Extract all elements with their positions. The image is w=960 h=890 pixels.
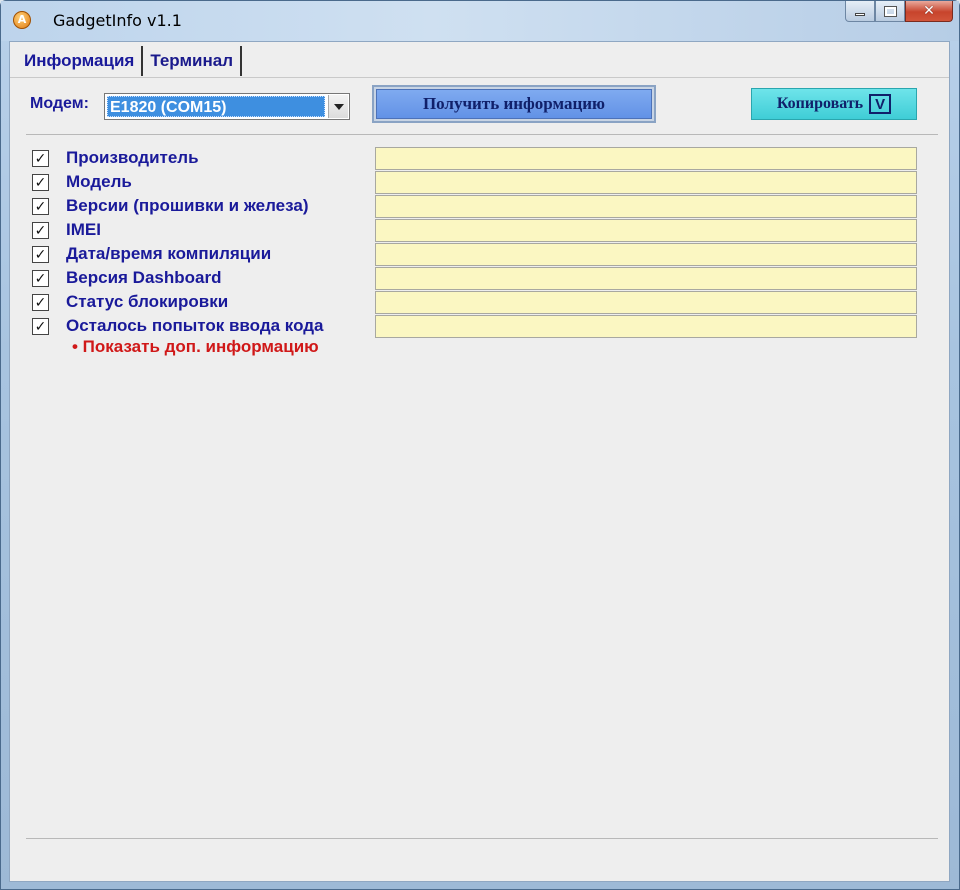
field-value-lock-status[interactable] xyxy=(375,291,917,314)
show-more-info-link[interactable]: • Показать доп. информацию xyxy=(72,337,319,357)
title-bar[interactable]: A GadgetInfo v1.1 ✕ xyxy=(1,1,959,41)
maximize-icon xyxy=(883,5,897,17)
checkbox-attempts-left[interactable]: ✓ xyxy=(32,318,49,335)
field-label: Осталось попыток ввода кода xyxy=(66,316,324,335)
close-button[interactable]: ✕ xyxy=(905,1,953,22)
field-row-compile-date: ✓ Дата/время компиляции xyxy=(32,243,922,267)
field-label: Версии (прошивки и железа) xyxy=(66,196,309,215)
field-label: IMEI xyxy=(66,220,101,239)
checkbox-manufacturer[interactable]: ✓ xyxy=(32,150,49,167)
get-info-label: Получить информацию xyxy=(376,89,652,119)
copy-label: Копировать xyxy=(776,95,864,112)
get-info-button[interactable]: Получить информацию xyxy=(372,85,656,123)
tab-divider xyxy=(10,77,949,78)
field-value-dashboard-version[interactable] xyxy=(375,267,917,290)
tab-bar: Информация Терминал xyxy=(16,46,243,76)
modem-select[interactable]: E1820 (COM15) xyxy=(104,93,350,120)
field-value-compile-date[interactable] xyxy=(375,243,917,266)
maximize-button[interactable] xyxy=(875,1,905,22)
modem-selected-value[interactable]: E1820 (COM15) xyxy=(107,96,325,117)
field-row-attempts-left: ✓ Осталось попыток ввода кода xyxy=(32,315,922,339)
field-row-imei: ✓ IMEI xyxy=(32,219,922,243)
checkbox-compile-date[interactable]: ✓ xyxy=(32,246,49,263)
checkbox-model[interactable]: ✓ xyxy=(32,174,49,191)
field-label: Модель xyxy=(66,172,132,191)
tab-terminal[interactable]: Терминал xyxy=(143,46,243,76)
chevron-down-icon xyxy=(333,103,344,110)
app-logo-icon[interactable]: A xyxy=(13,11,31,29)
modem-dropdown-button[interactable] xyxy=(328,95,348,118)
client-area: Информация Терминал Модем: E1820 (COM15)… xyxy=(9,41,950,882)
app-window: A GadgetInfo v1.1 ✕ Информация Терминал … xyxy=(0,0,960,890)
field-label: Статус блокировки xyxy=(66,292,229,311)
top-separator xyxy=(26,134,938,135)
field-row-model: ✓ Модель xyxy=(32,171,922,195)
field-value-manufacturer[interactable] xyxy=(375,147,917,170)
modem-label: Модем: xyxy=(30,95,89,112)
checkbox-versions[interactable]: ✓ xyxy=(32,198,49,215)
field-value-versions[interactable] xyxy=(375,195,917,218)
tab-information[interactable]: Информация xyxy=(16,46,144,76)
field-label: Производитель xyxy=(66,148,199,167)
field-row-manufacturer: ✓ Производитель xyxy=(32,147,922,171)
copy-v-icon: V xyxy=(869,94,892,114)
checkbox-dashboard-version[interactable]: ✓ xyxy=(32,270,49,287)
window-title: GadgetInfo v1.1 xyxy=(53,11,182,30)
field-value-imei[interactable] xyxy=(375,219,917,242)
field-label: Дата/время компиляции xyxy=(66,244,272,263)
field-row-versions: ✓ Версии (прошивки и железа) xyxy=(32,195,922,219)
copy-button[interactable]: Копировать V xyxy=(751,88,917,120)
checkbox-imei[interactable]: ✓ xyxy=(32,222,49,239)
checkbox-lock-status[interactable]: ✓ xyxy=(32,294,49,311)
field-value-model[interactable] xyxy=(375,171,917,194)
minimize-icon xyxy=(855,12,865,16)
field-label: Версия Dashboard xyxy=(66,268,222,287)
caption-buttons: ✕ xyxy=(845,1,953,23)
field-row-dashboard-version: ✓ Версия Dashboard xyxy=(32,267,922,291)
close-icon: ✕ xyxy=(923,3,935,19)
field-value-attempts-left[interactable] xyxy=(375,315,917,338)
minimize-button[interactable] xyxy=(845,1,875,22)
bottom-separator xyxy=(26,838,938,839)
field-row-lock-status: ✓ Статус блокировки xyxy=(32,291,922,315)
